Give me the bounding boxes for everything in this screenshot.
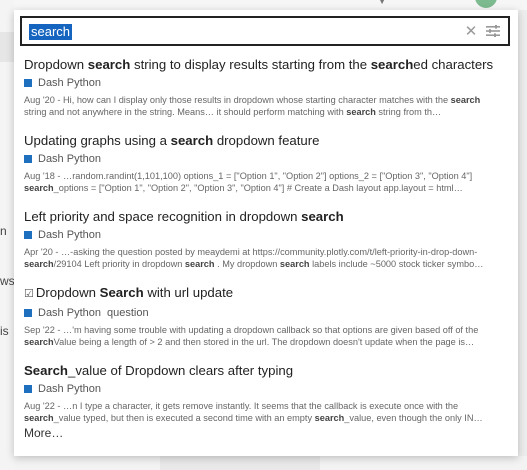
text-segment: /29104 Left priority in dropdown <box>53 259 185 269</box>
highlighted-term: search <box>24 183 54 193</box>
search-result[interactable]: Left priority and space recognition in d… <box>24 208 504 270</box>
text-segment: _value, even though the only IN… <box>344 413 483 423</box>
result-category[interactable]: Dash Python <box>24 228 504 242</box>
result-excerpt: Sep '22 - …'m having some trouble with u… <box>24 324 502 348</box>
search-result[interactable]: Search_value of Dropdown clears after ty… <box>24 362 504 424</box>
text-segment: string to display results starting from … <box>130 57 371 72</box>
category-name: Dash Python <box>38 77 101 89</box>
text-segment: Aug '18 - …random.randint(1,101,100) opt… <box>24 171 473 181</box>
category-badge-icon <box>24 385 32 393</box>
result-title-link[interactable]: Updating graphs using a search dropdown … <box>24 132 504 149</box>
search-input[interactable] <box>22 18 462 44</box>
text-segment: Sep '22 - …'m having some trouble with u… <box>24 325 479 335</box>
category-badge-icon <box>24 79 32 87</box>
text-segment: with url update <box>143 285 234 300</box>
search-result[interactable]: Updating graphs using a search dropdown … <box>24 132 504 194</box>
text-segment: dropdown feature <box>213 133 320 148</box>
highlighted-term: search <box>450 95 481 105</box>
search-options-icon[interactable] <box>484 22 502 40</box>
highlighted-term: search <box>87 57 131 72</box>
text-segment: labels include ~5000 stock ticker symbo… <box>309 259 484 269</box>
result-title-link[interactable]: Search_value of Dropdown clears after ty… <box>24 362 504 379</box>
category-badge-icon <box>24 309 32 317</box>
clear-icon[interactable]: ✕ <box>462 22 480 40</box>
highlighted-term: search <box>314 413 345 423</box>
more-results-link[interactable]: More… <box>24 426 63 440</box>
background-text-fragment: is <box>0 324 9 338</box>
text-segment: _options = ["Option 1", "Option 2", "Opt… <box>53 183 463 193</box>
solved-check-icon: ☑ <box>24 288 34 300</box>
highlighted-term: search <box>279 259 310 269</box>
text-segment: Aug '20 - Hi, how can I display only tho… <box>24 95 451 105</box>
result-excerpt: Aug '18 - …random.randint(1,101,100) opt… <box>24 170 502 194</box>
highlighted-term: search <box>170 133 214 148</box>
text-segment: _value of Dropdown clears after typing <box>68 363 294 378</box>
highlighted-term: search <box>24 259 54 269</box>
result-excerpt: Aug '22 - …n I type a character, it gets… <box>24 400 502 424</box>
text-segment: Dropdown <box>24 57 88 72</box>
category-name: Dash Python <box>38 229 101 241</box>
highlighted-term: search <box>24 337 54 347</box>
result-title-link[interactable]: Dropdown search string to display result… <box>24 56 504 73</box>
text-segment: . My dropdown <box>214 259 280 269</box>
background-band <box>0 32 14 62</box>
category-name: Dash Python <box>38 307 101 319</box>
highlighted-term: Search <box>24 363 68 378</box>
search-result[interactable]: Dropdown search string to display result… <box>24 56 504 118</box>
result-category[interactable]: Dash Python <box>24 76 504 90</box>
result-category[interactable]: Dash Python question <box>24 306 504 320</box>
text-segment: Dropdown <box>35 285 100 300</box>
background-header <box>14 0 527 10</box>
category-badge-icon <box>24 155 32 163</box>
highlighted-term: search <box>370 57 414 72</box>
text-segment: _value typed, but then is executed a sec… <box>53 413 315 423</box>
background-footer <box>14 456 527 470</box>
search-results-list: Dropdown search string to display result… <box>24 56 504 438</box>
text-segment: Aug '22 - …n I type a character, it gets… <box>24 401 459 411</box>
result-category[interactable]: Dash Python <box>24 382 504 396</box>
text-segment: string and not anywhere in the string. M… <box>24 107 347 117</box>
category-name: Dash Python <box>38 383 101 395</box>
result-category[interactable]: Dash Python <box>24 152 504 166</box>
category-name: Dash Python <box>38 153 101 165</box>
text-segment: string from th… <box>375 107 442 117</box>
result-excerpt: Apr '20 - …-asking the question posted b… <box>24 246 502 270</box>
highlighted-term: Search <box>99 285 144 300</box>
search-dropdown-panel: search ✕ Dropdown search string to displ… <box>14 10 518 456</box>
text-segment: Left priority and space recognition in d… <box>24 209 302 224</box>
result-tag[interactable]: question <box>107 306 149 320</box>
result-excerpt: Aug '20 - Hi, how can I display only tho… <box>24 94 502 118</box>
text-segment: Value being a length of > 2 and then sto… <box>53 337 475 347</box>
highlighted-term: search <box>346 107 376 117</box>
background-text-fragment: n <box>0 224 7 238</box>
category-badge-icon <box>24 231 32 239</box>
highlighted-term: search <box>24 413 54 423</box>
background-caret-icon: ▼ <box>377 0 387 7</box>
result-title-link[interactable]: ☑ Dropdown Search with url update <box>24 284 504 303</box>
highlighted-term: search <box>301 209 344 224</box>
background-text-fragment: ws <box>0 274 15 288</box>
search-result[interactable]: ☑ Dropdown Search with url update Dash Pyt… <box>24 284 504 348</box>
result-title-link[interactable]: Left priority and space recognition in d… <box>24 208 504 225</box>
highlighted-term: search <box>184 259 215 269</box>
selected-query-text: search <box>29 24 73 40</box>
text-segment: ed characters <box>413 57 494 72</box>
text-segment: Apr '20 - …-asking the question posted b… <box>24 247 478 257</box>
text-segment: Updating graphs using a <box>24 133 171 148</box>
search-bar: search ✕ <box>20 16 510 46</box>
